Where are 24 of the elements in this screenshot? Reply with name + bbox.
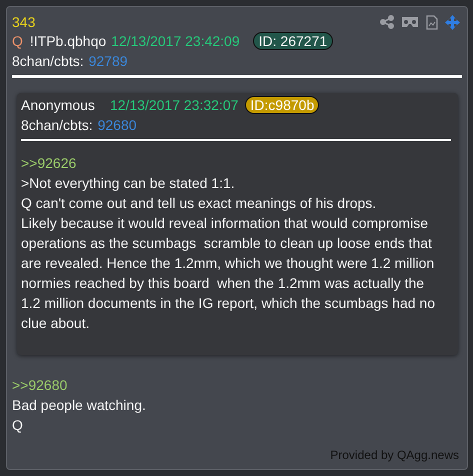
reply-link[interactable]: >>92626 bbox=[21, 155, 76, 171]
board-label: 8chan/cbts: bbox=[12, 52, 84, 71]
footer-credit: Provided by QAgg.news bbox=[330, 447, 459, 464]
post-text: Q bbox=[12, 416, 24, 435]
post-number: 343 bbox=[12, 13, 36, 32]
goggles-icon[interactable] bbox=[401, 16, 419, 28]
author-name: Q bbox=[12, 32, 23, 51]
board-label: 8chan/cbts: bbox=[21, 116, 93, 135]
tripcode: !ITPb.qbhqo bbox=[30, 32, 106, 51]
poster-id-badge: ID:c9870b bbox=[245, 96, 320, 114]
poster-id-badge: ID: 267271 bbox=[252, 32, 334, 50]
author-name: Anonymous bbox=[21, 96, 95, 115]
post-link[interactable]: 92680 bbox=[98, 115, 137, 135]
reply-link[interactable]: >>92680 bbox=[12, 377, 68, 393]
document-icon[interactable] bbox=[426, 14, 438, 30]
share-icon[interactable] bbox=[380, 15, 394, 29]
post-timestamp: 12/13/2017 23:32:07 bbox=[110, 96, 238, 115]
post-link[interactable]: 92789 bbox=[88, 51, 128, 71]
post-text: Bad people watching. bbox=[12, 396, 147, 415]
post-text: Q can't come out and tell us exact meanings of his drops. bbox=[21, 194, 378, 213]
post-text: Likely because it would reveal information that would compromise operations as the scumbags scramble to clean up loose ends that are revealed. Hence the 1.2mm, which we thought were 1.2 million normies reached by this board when the 1.2mm was actually the 1.2 million documents in the IG report, which the scumbags had no clue about. bbox=[21, 214, 436, 333]
post-timestamp: 12/13/2017 23:42:09 bbox=[111, 32, 240, 51]
move-icon[interactable] bbox=[445, 14, 460, 30]
post-text: >Not everything can be stated 1:1. bbox=[21, 174, 236, 193]
